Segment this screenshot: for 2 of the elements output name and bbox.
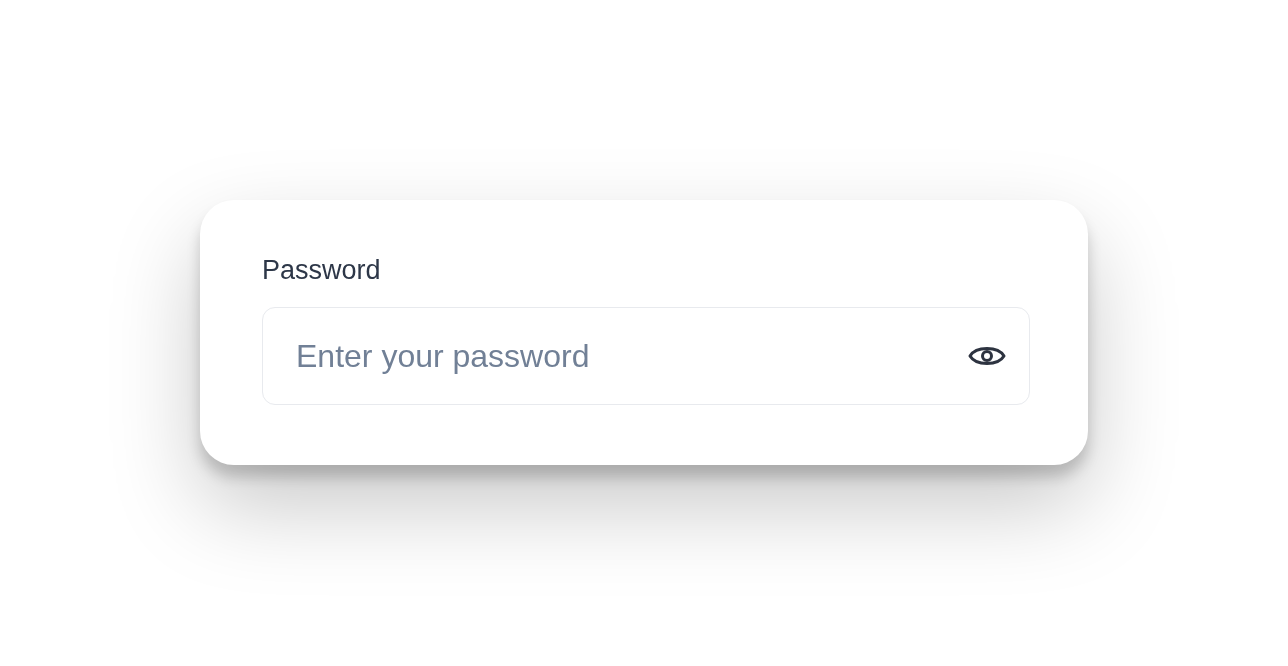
field-label: Password <box>262 254 381 286</box>
password-field[interactable]: Enter your password <box>262 307 1030 405</box>
